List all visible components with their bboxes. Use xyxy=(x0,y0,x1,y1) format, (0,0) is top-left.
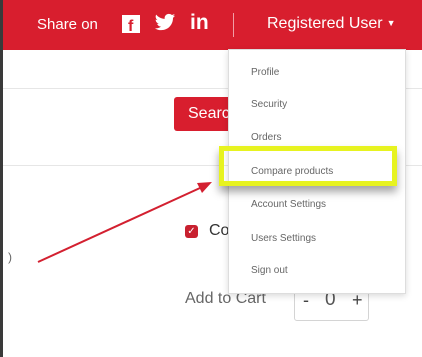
annotation-arrow xyxy=(37,182,212,263)
